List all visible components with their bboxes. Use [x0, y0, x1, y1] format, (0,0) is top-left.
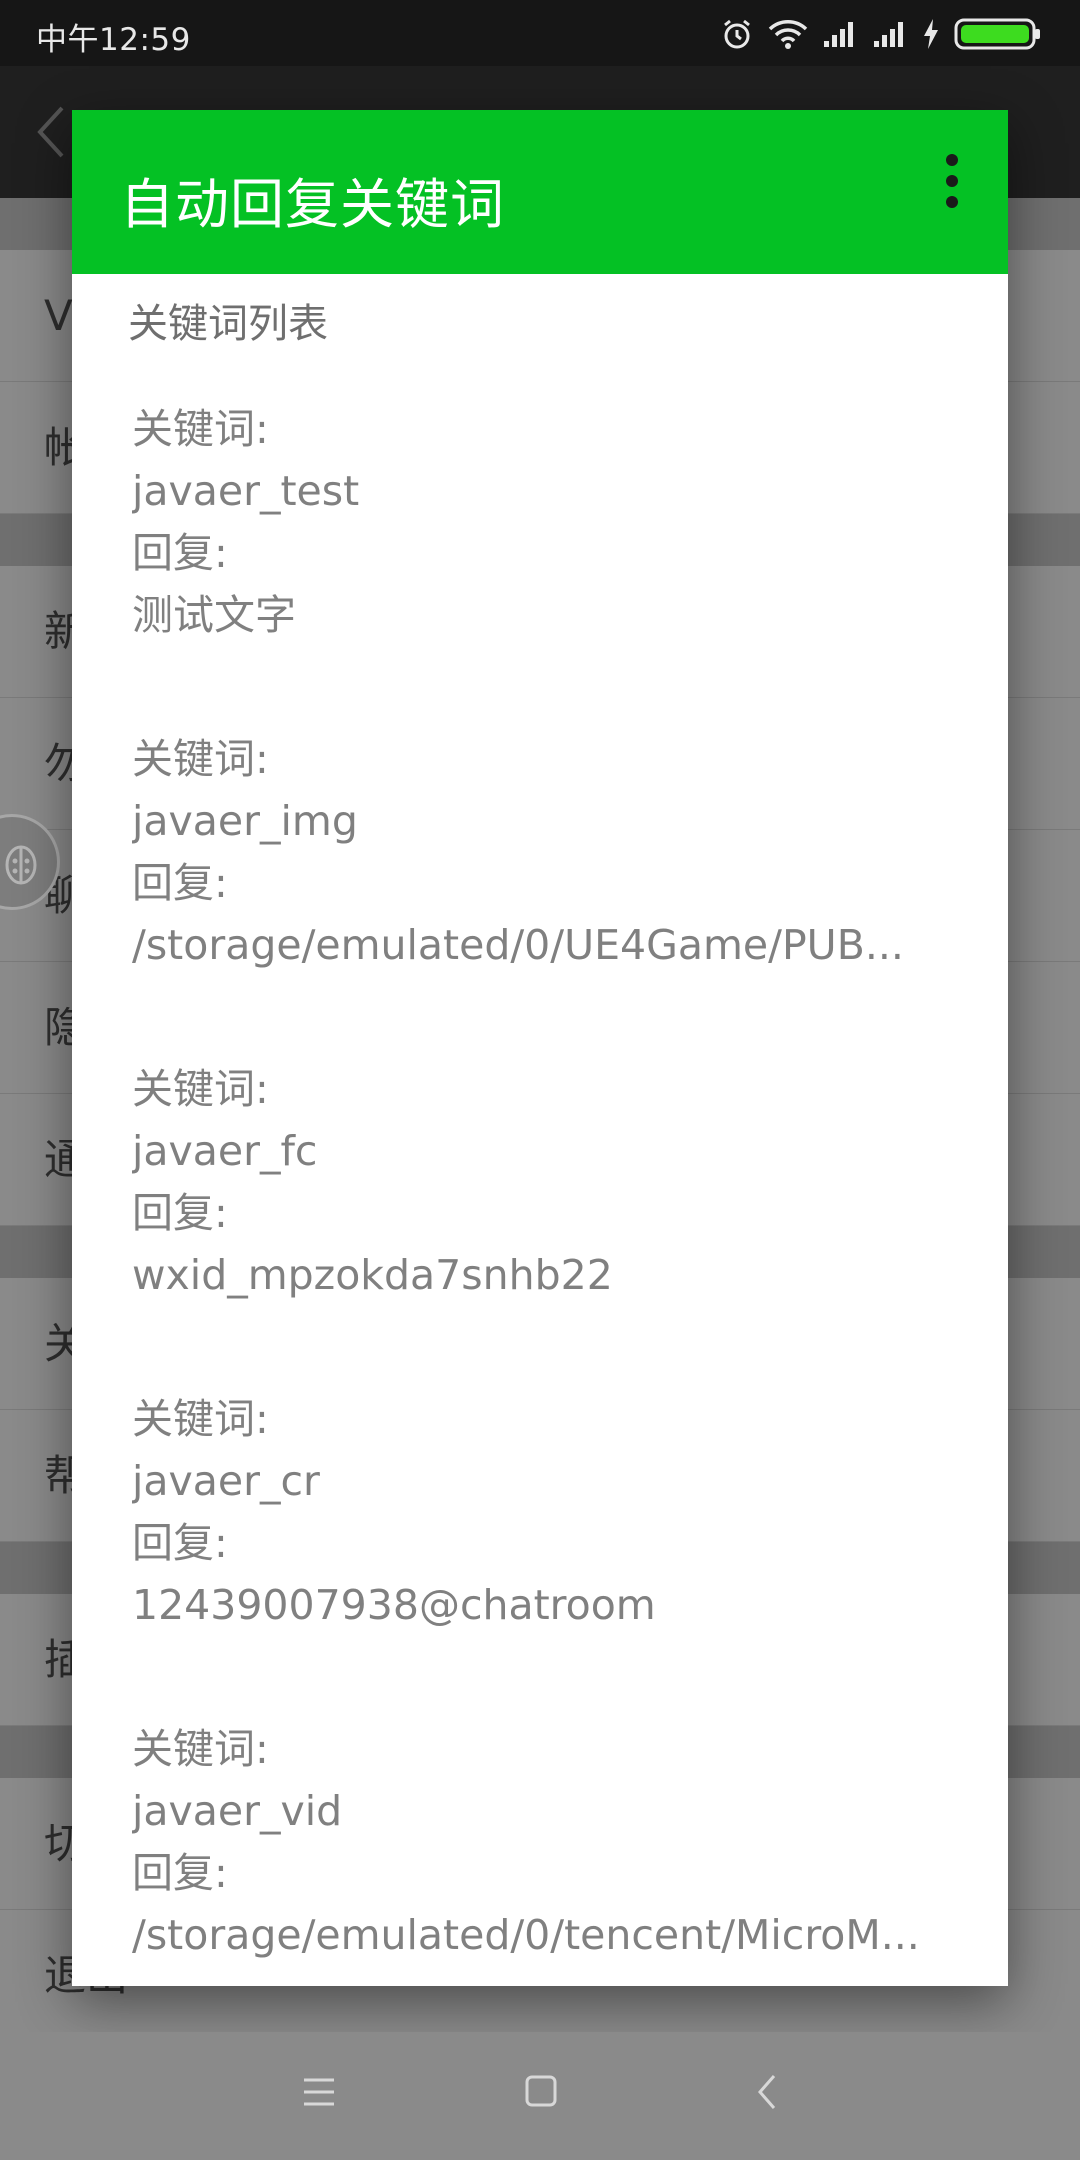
reply-value: 测试文字	[132, 591, 296, 639]
keyword-label: 关键词:	[132, 1395, 269, 1443]
reply-value: /storage/emulated/0/UE4Game/PUB...	[132, 921, 904, 969]
keyword-entry[interactable]: 关键词: javaer_vid 回复: /storage/emulated/0/…	[132, 1718, 954, 1966]
reply-value: 12439007938@chatroom	[132, 1581, 656, 1629]
keyword-value: javaer_vid	[132, 1787, 343, 1835]
keyword-entry[interactable]: 关键词: javaer_img 回复: /storage/emulated/0/…	[132, 728, 954, 976]
reply-label: 回复:	[132, 1849, 228, 1897]
keyword-label: 关键词:	[132, 1725, 269, 1773]
reply-label: 回复:	[132, 1519, 228, 1567]
reply-label: 回复:	[132, 1189, 228, 1237]
status-bar: 中午12:59	[0, 0, 1080, 66]
dialog-body: 关键词列表 关键词: javaer_test 回复: 测试文字 关键词: jav…	[72, 274, 1008, 1986]
status-time: 中午12:59	[36, 22, 191, 58]
reply-label: 回复:	[132, 859, 228, 907]
wifi-icon	[768, 18, 808, 50]
more-options-icon[interactable]	[944, 154, 960, 220]
dialog-title: 自动回复关键词	[120, 173, 505, 236]
keyword-value: javaer_test	[132, 467, 360, 515]
keyword-value: javaer_cr	[132, 1457, 320, 1505]
reply-value: wxid_mpzokda7snhb22	[132, 1251, 613, 1299]
signal-icon	[872, 19, 908, 49]
floating-debug-bug-icon[interactable]	[0, 814, 60, 910]
keyword-label: 关键词:	[132, 735, 269, 783]
keyword-list-title: 关键词列表	[128, 301, 328, 347]
reply-label: 回复:	[132, 529, 228, 577]
menu-icon[interactable]	[302, 2072, 336, 2116]
keyword-entry[interactable]: 关键词: javaer_fc 回复: wxid_mpzokda7snhb22	[132, 1058, 954, 1306]
signal-icon	[822, 19, 858, 49]
keyword-entry[interactable]: 关键词: javaer_cr 回复: 12439007938@chatroom	[132, 1388, 954, 1636]
keyword-label: 关键词:	[132, 405, 269, 453]
keyword-value: javaer_img	[132, 797, 358, 845]
status-icons	[720, 14, 1042, 54]
auto-reply-keywords-dialog: 自动回复关键词 关键词列表 关键词: javaer_test 回复: 测试文字 …	[72, 110, 1008, 1986]
home-icon[interactable]	[524, 2072, 558, 2116]
dialog-header: 自动回复关键词	[72, 110, 1008, 274]
charging-icon	[922, 18, 940, 50]
alarm-icon	[720, 17, 754, 51]
battery-icon	[954, 17, 1042, 51]
keyword-label: 关键词:	[132, 1065, 269, 1113]
reply-value: /storage/emulated/0/tencent/MicroM...	[132, 1911, 920, 1959]
back-icon[interactable]	[756, 2072, 780, 2116]
system-nav-bar	[0, 2032, 1080, 2160]
keyword-entry[interactable]: 关键词: javaer_test 回复: 测试文字	[132, 398, 954, 646]
back-arrow-icon	[36, 104, 66, 164]
keyword-value: javaer_fc	[132, 1127, 318, 1175]
